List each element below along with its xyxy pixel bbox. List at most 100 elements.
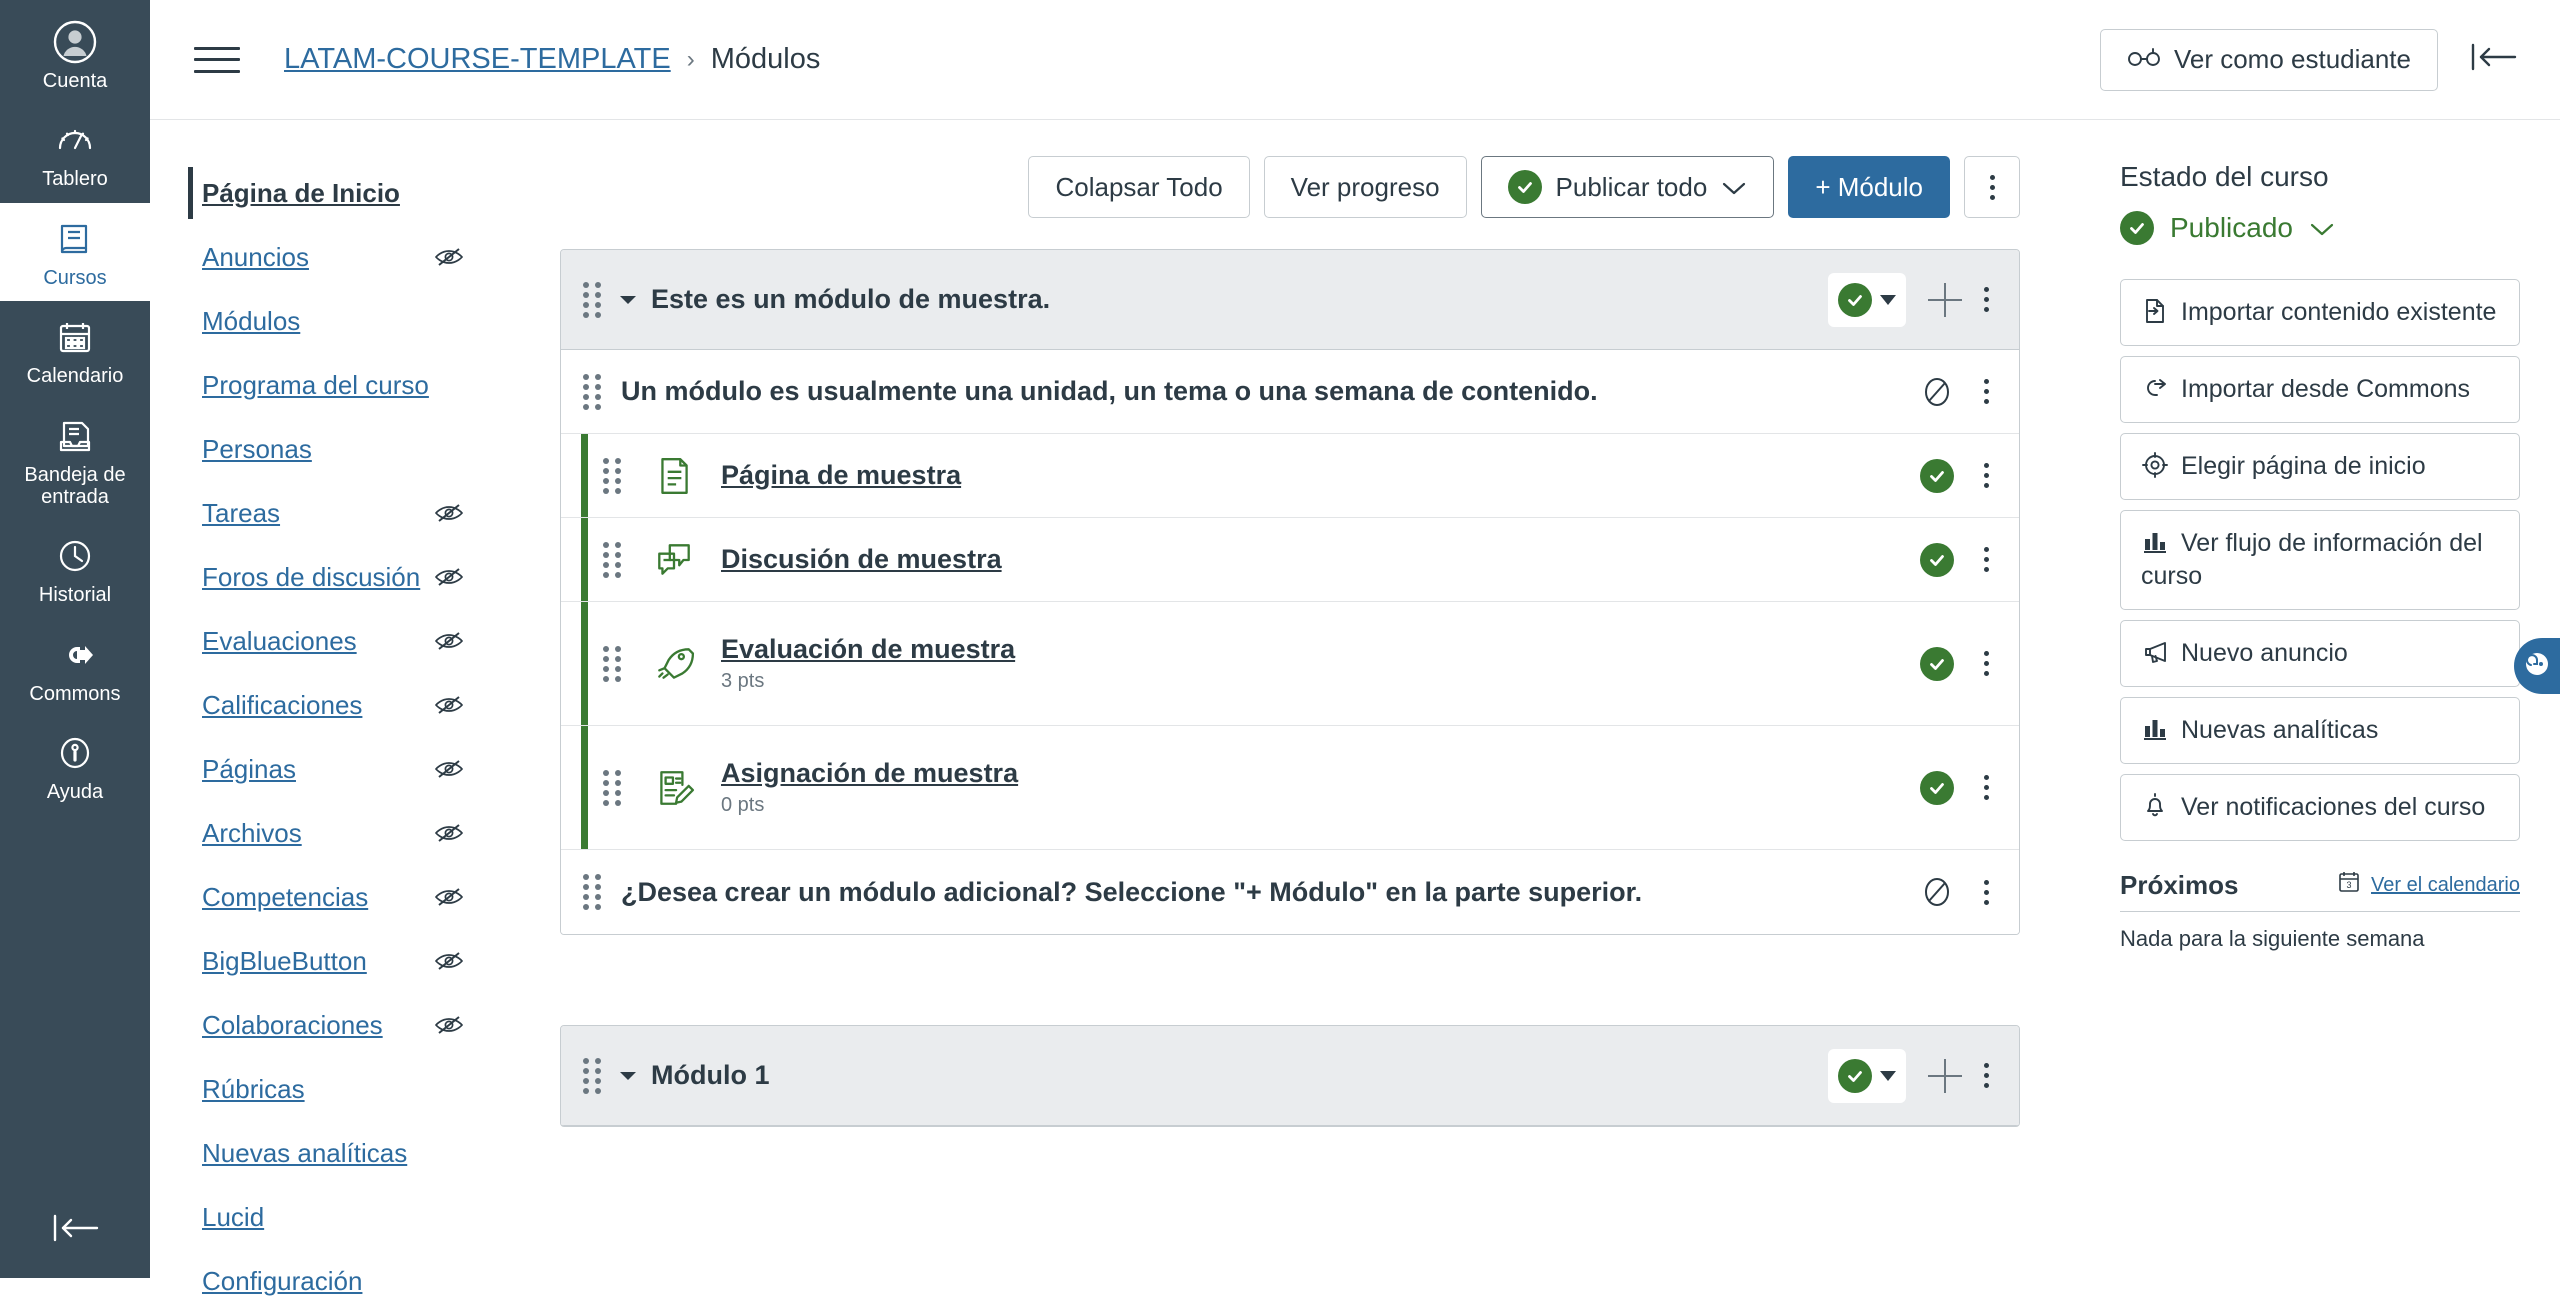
- choose-home-page-button[interactable]: Elegir página de inicio: [2120, 433, 2520, 500]
- course-nav-item-tareas[interactable]: Tareas: [150, 481, 500, 545]
- course-nav-item-configuracion[interactable]: Configuración: [150, 1249, 500, 1313]
- published-check-icon[interactable]: [1920, 770, 1954, 805]
- view-course-notifications-button[interactable]: Ver notificaciones del curso: [2120, 774, 2520, 841]
- course-nav-item-competencias[interactable]: Competencias: [150, 865, 500, 929]
- global-nav-item-cursos[interactable]: Cursos: [0, 202, 150, 302]
- course-nav-item-nuevas-analiticas[interactable]: Nuevas analíticas: [150, 1121, 500, 1185]
- course-nav-item-paginas[interactable]: Páginas: [150, 737, 500, 801]
- view-progress-button[interactable]: Ver progreso: [1263, 156, 1467, 218]
- view-course-stream-button[interactable]: Ver flujo de información del curso: [2120, 510, 2520, 610]
- student-view-button[interactable]: Ver como estudiante: [2099, 28, 2438, 91]
- modules-toolbar: Colapsar Todo Ver progreso Publicar todo…: [560, 141, 2020, 233]
- kebab-menu-icon[interactable]: [1984, 287, 1989, 312]
- bar-chart-icon: [2141, 715, 2169, 743]
- course-nav-item-personas[interactable]: Personas: [150, 417, 500, 481]
- import-existing-content-button[interactable]: Importar contenido existente: [2120, 279, 2520, 346]
- module-card: Módulo 1: [560, 1025, 2020, 1127]
- right-sidebar-collapse-button[interactable]: [2466, 37, 2520, 83]
- drag-handle-icon[interactable]: [599, 457, 625, 494]
- global-nav-item-bandeja-de-entrada[interactable]: Bandeja de entrada: [0, 400, 150, 521]
- caret-down-icon[interactable]: [617, 289, 639, 311]
- module-item-row[interactable]: Asignación de muestra 0 pts: [561, 726, 2019, 850]
- global-nav-item-commons[interactable]: Commons: [0, 619, 150, 717]
- course-nav-item-bigbluebutton[interactable]: BigBlueButton: [150, 929, 500, 993]
- module-publish-button[interactable]: [1828, 272, 1906, 327]
- unpublished-circle-slash-icon[interactable]: [1920, 375, 1954, 409]
- drag-handle-icon[interactable]: [579, 1057, 605, 1094]
- upcoming-header: Próximos 3 Ver el calendario: [2120, 869, 2520, 912]
- unpublished-circle-slash-icon[interactable]: [1920, 875, 1954, 909]
- course-nav-item-programa-del-curso[interactable]: Programa del curso: [150, 353, 500, 417]
- view-calendar-link[interactable]: 3 Ver el calendario: [2336, 869, 2520, 901]
- kebab-menu-icon[interactable]: [1984, 879, 1989, 905]
- module-item-row[interactable]: Discusión de muestra: [561, 518, 2019, 602]
- new-announcement-button[interactable]: Nuevo anuncio: [2120, 620, 2520, 687]
- module-item-link[interactable]: Discusión de muestra: [721, 544, 1002, 575]
- published-check-icon[interactable]: [1920, 542, 1954, 577]
- course-status-value[interactable]: Publicado: [2120, 211, 2520, 245]
- publish-all-button[interactable]: Publicar todo: [1480, 156, 1775, 218]
- module-text-row[interactable]: Un módulo es usualmente una unidad, un t…: [561, 350, 2019, 434]
- module-item-link[interactable]: Asignación de muestra: [721, 758, 1018, 789]
- module-publish-button[interactable]: [1828, 1048, 1906, 1103]
- import-from-commons-button[interactable]: Importar desde Commons: [2120, 356, 2520, 423]
- drag-handle-icon[interactable]: [599, 541, 625, 578]
- drag-handle-icon[interactable]: [599, 645, 625, 682]
- drag-handle-icon[interactable]: [579, 874, 605, 910]
- kebab-menu-icon[interactable]: [1984, 1063, 1989, 1088]
- module-text-row[interactable]: ¿Desea crear un módulo adicional? Selecc…: [561, 850, 2019, 934]
- course-nav-item-anuncios[interactable]: Anuncios: [150, 225, 500, 289]
- kebab-menu-icon[interactable]: [1984, 547, 1989, 572]
- course-nav-item-lucid[interactable]: Lucid: [150, 1185, 500, 1249]
- global-nav-collapse-button[interactable]: [47, 1208, 103, 1252]
- course-nav-label: Nuevas analíticas: [202, 1137, 408, 1168]
- published-check-icon[interactable]: [1920, 646, 1954, 681]
- course-nav-item-calificaciones[interactable]: Calificaciones: [150, 673, 500, 737]
- hamburger-menu-icon[interactable]: [194, 40, 240, 80]
- global-nav-item-calendario[interactable]: Calendario: [0, 301, 150, 399]
- global-nav-label: Bandeja de entrada: [24, 463, 126, 508]
- course-nav-item-foros-de-discusion[interactable]: Foros de discusión: [150, 545, 500, 609]
- drag-handle-icon[interactable]: [579, 373, 605, 410]
- global-nav-item-tablero[interactable]: Tablero: [0, 104, 150, 202]
- kebab-menu-icon[interactable]: [1984, 775, 1989, 800]
- kebab-menu-icon[interactable]: [1984, 379, 1989, 404]
- course-nav-item-evaluaciones[interactable]: Evaluaciones: [150, 609, 500, 673]
- course-nav-item-modulos[interactable]: Módulos: [150, 289, 500, 353]
- course-nav-label: Colaboraciones: [202, 1009, 383, 1040]
- caret-down-icon: [1880, 1070, 1896, 1081]
- module-header[interactable]: Módulo 1: [561, 1026, 2019, 1126]
- caret-down-icon[interactable]: [617, 1065, 639, 1087]
- module-header[interactable]: Este es un módulo de muestra.: [561, 250, 2019, 350]
- global-nav-item-cuenta[interactable]: Cuenta: [0, 6, 150, 104]
- module-item-points: 3 pts: [721, 670, 765, 692]
- module-item-row[interactable]: Evaluación de muestra 3 pts: [561, 602, 2019, 726]
- course-nav-item-rubricas[interactable]: Rúbricas: [150, 1057, 500, 1121]
- drag-handle-icon[interactable]: [599, 769, 625, 806]
- collapse-all-button[interactable]: Colapsar Todo: [1028, 156, 1250, 218]
- course-nav-item-colaboraciones[interactable]: Colaboraciones: [150, 993, 500, 1057]
- new-analytics-button[interactable]: Nuevas analíticas: [2120, 697, 2520, 764]
- help-chat-icon: [2522, 649, 2552, 684]
- course-nav-item-pagina-de-inicio[interactable]: Página de Inicio: [150, 161, 500, 225]
- svg-text:3: 3: [2347, 880, 2352, 890]
- module-item-link[interactable]: Evaluación de muestra: [721, 634, 1015, 665]
- global-nav-item-historial[interactable]: Historial: [0, 520, 150, 618]
- kebab-menu-icon[interactable]: [1984, 463, 1989, 488]
- add-module-button[interactable]: + Módulo: [1788, 156, 1950, 218]
- course-nav-label: Archivos: [202, 817, 302, 848]
- global-nav-label: Cuenta: [42, 70, 108, 92]
- module-item-link[interactable]: Página de muestra: [721, 460, 961, 491]
- add-item-plus-icon[interactable]: [1928, 1058, 1962, 1093]
- drag-handle-icon[interactable]: [579, 281, 605, 318]
- breadcrumb-course-link[interactable]: LATAM-COURSE-TEMPLATE: [284, 43, 671, 76]
- modules-more-options-button[interactable]: [1964, 156, 2020, 218]
- module-item-row[interactable]: Página de muestra: [561, 434, 2019, 518]
- kebab-menu-icon[interactable]: [1984, 651, 1989, 676]
- breadcrumb: LATAM-COURSE-TEMPLATE › Módulos: [284, 43, 820, 76]
- add-item-plus-icon[interactable]: [1928, 282, 1962, 317]
- course-nav-item-archivos[interactable]: Archivos: [150, 801, 500, 865]
- module-row-actions: [1920, 770, 1989, 805]
- global-nav-item-ayuda[interactable]: Ayuda: [0, 717, 150, 815]
- published-check-icon[interactable]: [1920, 458, 1954, 493]
